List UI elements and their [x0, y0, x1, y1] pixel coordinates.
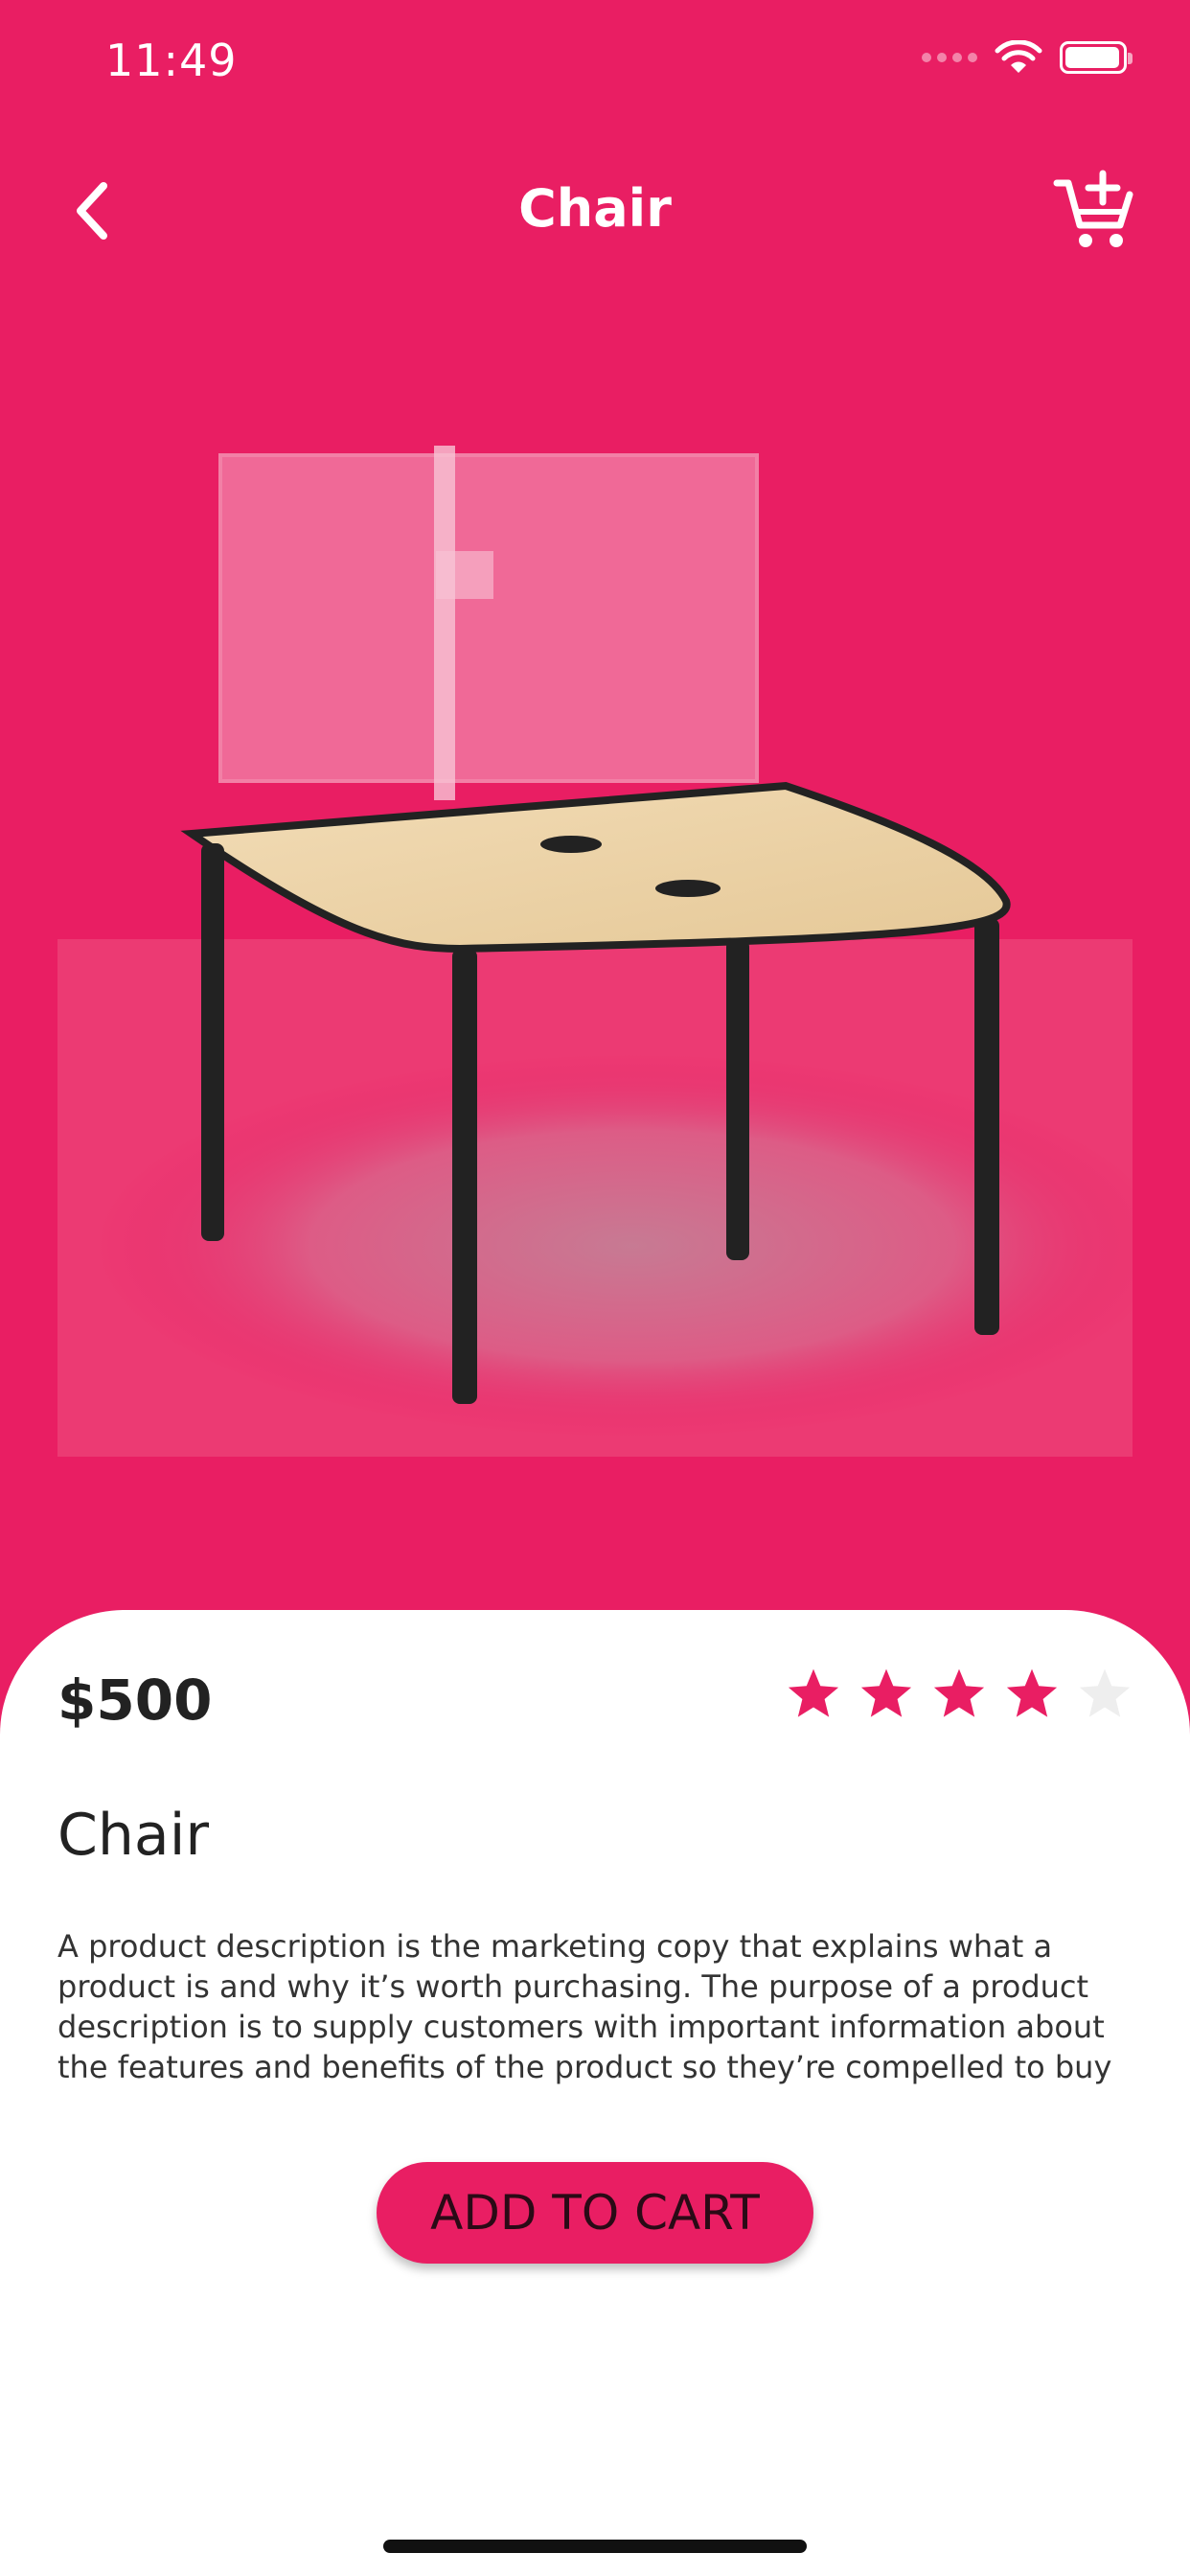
wifi-icon: [995, 40, 1042, 73]
cart-plus-icon: [1053, 170, 1133, 247]
star-filled-icon: [933, 1668, 985, 1717]
battery-icon: [1060, 41, 1133, 74]
star-empty-icon: [1079, 1668, 1131, 1717]
star-filled-icon: [860, 1668, 912, 1717]
product-image: [57, 364, 1169, 1457]
product-name: Chair: [57, 1802, 210, 1869]
rating-stars: [786, 1666, 1133, 1721]
product-price: $500: [57, 1668, 213, 1733]
product-details-sheet: $500 Chair A product description is the …: [0, 1610, 1190, 2576]
status-time: 11:49: [105, 34, 238, 86]
home-indicator: [383, 2540, 807, 2553]
signal-icon: [922, 53, 977, 62]
nav-bar: Chair: [0, 153, 1190, 268]
star-filled-icon: [1006, 1668, 1058, 1717]
add-cart-button[interactable]: [1046, 163, 1142, 259]
star-filled-icon: [788, 1668, 839, 1717]
status-icons: [922, 40, 1133, 75]
product-description: A product description is the marketing c…: [57, 1928, 1112, 2085]
status-bar: 11:49: [0, 0, 1190, 134]
add-to-cart-button[interactable]: ADD TO CART: [377, 2162, 813, 2264]
page-title: Chair: [518, 178, 672, 239]
